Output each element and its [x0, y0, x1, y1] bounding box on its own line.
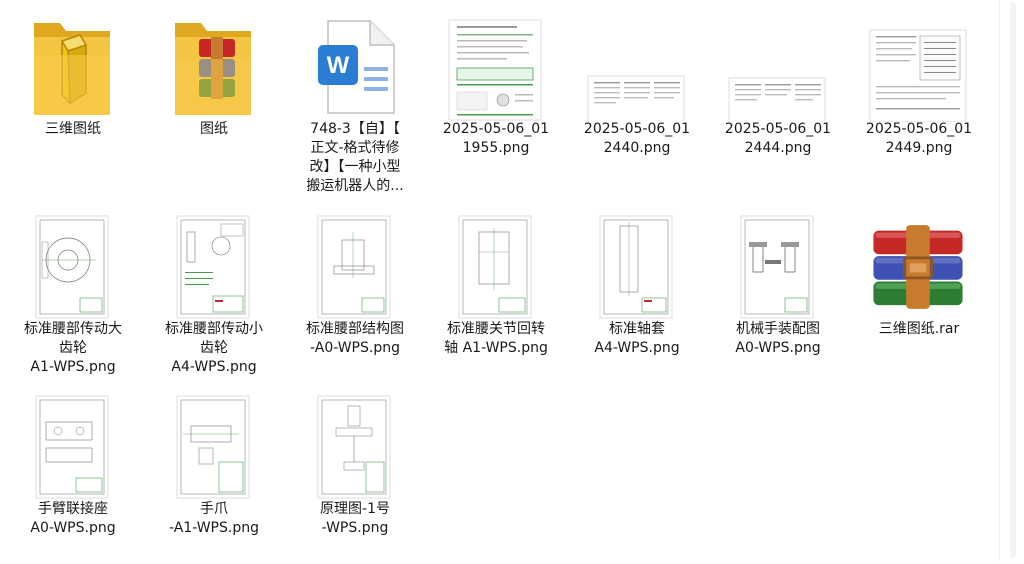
file-item-png-012440[interactable]: 2025-05-06_01 2440.png — [572, 4, 702, 184]
folder-archive-icon — [163, 12, 263, 122]
file-name: 2025-05-06_01 2449.png — [865, 121, 973, 156]
file-name: 标准轴套 A4-WPS.png — [594, 321, 680, 356]
file-item-drawing-big-gear[interactable]: 标准腰部传动大 齿轮 A1-WPS.png — [8, 204, 138, 384]
file-item-png-011955[interactable]: 2025-05-06_01 1955.png — [431, 4, 561, 184]
image-thumbnail-icon — [727, 12, 827, 122]
file-name: 标准腰部传动小 齿轮 A4-WPS.png — [165, 321, 263, 375]
file-grid: 三维图纸 图纸 W 748-3【自】【 正文-格式待修 改】【一种小型 搬运机器… — [0, 0, 1000, 561]
image-thumbnail-icon — [445, 12, 545, 122]
file-item-png-012444[interactable]: 2025-05-06_01 2444.png — [713, 4, 843, 184]
scrollbar-thumb[interactable] — [1010, 2, 1016, 558]
file-name: 原理图-1号 -WPS.png — [320, 501, 390, 536]
file-item-drawing-rotary-shaft[interactable]: 标准腰关节回转 轴 A1-WPS.png — [431, 204, 561, 384]
file-name: 748-3【自】【 正文-格式待修 改】【一种小型 搬运机器人的... — [306, 121, 404, 194]
drawing-thumbnail-icon — [586, 212, 686, 322]
file-item-folder-drawings[interactable]: 图纸 — [149, 4, 279, 184]
vertical-scrollbar[interactable] — [999, 0, 1024, 561]
drawing-thumbnail-icon — [163, 212, 263, 322]
file-name: 标准腰关节回转 轴 A1-WPS.png — [444, 321, 548, 356]
drawing-thumbnail-icon — [727, 212, 827, 322]
drawing-thumbnail-icon — [22, 212, 122, 322]
winrar-archive-icon — [868, 212, 968, 322]
file-name: 手臂联接座 A0-WPS.png — [30, 501, 116, 536]
drawing-thumbnail-icon — [304, 212, 404, 322]
file-name: 标准腰部结构图 -A0-WPS.png — [306, 321, 404, 356]
file-item-drawing-small-gear[interactable]: 标准腰部传动小 齿轮 A4-WPS.png — [149, 204, 279, 384]
file-item-word-doc[interactable]: W 748-3【自】【 正文-格式待修 改】【一种小型 搬运机器人的... — [290, 4, 420, 194]
file-item-drawing-waist-structure[interactable]: 标准腰部结构图 -A0-WPS.png — [290, 204, 420, 384]
drawing-thumbnail-icon — [304, 392, 404, 502]
file-item-drawing-arm-mount[interactable]: 手臂联接座 A0-WPS.png — [8, 384, 138, 564]
file-name: 三维图纸 — [45, 121, 101, 137]
file-name: 三维图纸.rar — [878, 321, 960, 337]
file-name: 标准腰部传动大 齿轮 A1-WPS.png — [24, 321, 122, 375]
file-item-drawing-manipulator-assembly[interactable]: 机械手装配图 A0-WPS.png — [713, 204, 843, 384]
folder-3d-icon — [22, 12, 122, 122]
file-item-png-012449[interactable]: 2025-05-06_01 2449.png — [854, 4, 984, 184]
svg-text:W: W — [327, 52, 350, 79]
file-item-drawing-bushing[interactable]: 标准轴套 A4-WPS.png — [572, 204, 702, 384]
file-name: 手爪 -A1-WPS.png — [169, 501, 259, 536]
file-name: 图纸 — [200, 121, 228, 137]
word-document-icon: W — [304, 12, 404, 122]
file-item-drawing-gripper[interactable]: 手爪 -A1-WPS.png — [149, 384, 279, 564]
file-name: 2025-05-06_01 2440.png — [583, 121, 691, 156]
drawing-thumbnail-icon — [163, 392, 263, 502]
image-thumbnail-icon — [586, 12, 686, 122]
file-name: 2025-05-06_01 2444.png — [724, 121, 832, 156]
file-item-folder-3d[interactable]: 三维图纸 — [8, 4, 138, 184]
drawing-thumbnail-icon — [445, 212, 545, 322]
image-thumbnail-icon — [868, 12, 968, 122]
file-item-drawing-schematic[interactable]: 原理图-1号 -WPS.png — [290, 384, 420, 564]
drawing-thumbnail-icon — [22, 392, 122, 502]
file-name: 2025-05-06_01 1955.png — [442, 121, 550, 156]
file-item-rar[interactable]: 三维图纸.rar — [854, 204, 984, 384]
file-name: 机械手装配图 A0-WPS.png — [735, 321, 821, 356]
